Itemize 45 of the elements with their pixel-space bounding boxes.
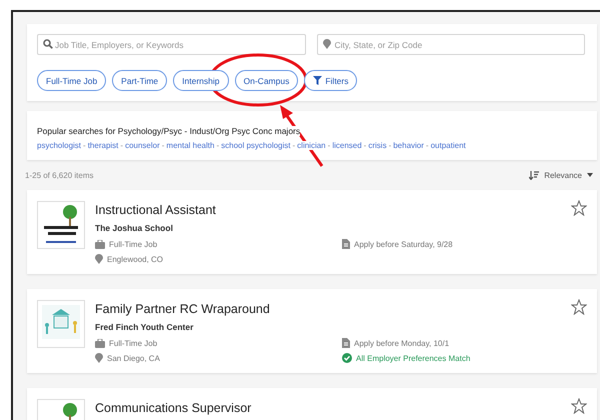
sort-icon [529,170,540,180]
location-pin-icon [95,353,103,363]
results-count: 1-25 of 6,620 items [25,170,94,180]
job-location: San Diego, CA [107,354,160,362]
keyword-search-field[interactable]: Job Title, Employers, or Keywords [37,34,306,55]
search-term-link[interactable]: behavior [393,141,424,150]
job-title[interactable]: Family Partner RC Wraparound [95,302,587,316]
briefcase-icon [95,240,105,248]
search-icon [43,39,53,49]
search-term-link[interactable]: counselor [125,141,160,150]
employer-name[interactable]: Fred Finch Youth Center [95,322,587,332]
star-icon[interactable] [571,200,587,216]
deadline-text: Apply before Saturday, 9/28 [354,240,453,248]
deadline-text: Apply before Monday, 10/1 [354,338,450,348]
location-pin-icon [95,254,103,264]
document-icon [342,338,350,348]
filter-icon [313,76,322,85]
location-field[interactable]: City, State, or Zip Code [316,34,585,55]
job-type: Full-Time Job [109,338,158,348]
search-term-link[interactable]: crisis [368,141,387,150]
search-term-link[interactable]: outpatient [430,141,466,150]
search-term-link[interactable]: psychologist [37,141,82,150]
job-title[interactable]: Instructional Assistant [95,203,587,217]
briefcase-icon [95,338,105,348]
star-icon[interactable] [571,299,587,315]
employer-name[interactable]: The Joshua School [95,223,587,233]
search-term-link[interactable]: licensed [332,141,362,150]
star-icon[interactable] [571,398,587,414]
location-pin-icon [322,39,330,49]
filter-chip[interactable]: Part-Time [112,70,168,91]
sort-dropdown[interactable]: Relevance [529,170,597,180]
popular-searches-heading: Popular searches for Psychology/Psyc - Indust/Org Psyc Conc majors [37,126,300,136]
filter-chip[interactable]: Internship [173,70,229,91]
job-location: Englewood, CO [107,254,164,264]
filter-chip[interactable]: On-Campus [234,70,298,91]
search-term-link[interactable]: school psychologist [221,141,290,150]
search-term-link[interactable]: clinician [297,141,326,150]
filters-button[interactable]: Filters [304,70,358,91]
match-status: All Employer Preferences Match [356,354,470,362]
document-icon [342,239,350,249]
job-type: Full-Time Job [109,240,158,248]
filter-chip[interactable]: Full-Time Job [37,70,106,91]
search-term-link[interactable]: therapist [88,141,118,150]
search-term-link[interactable]: mental health [166,141,214,150]
check-circle-icon [342,353,352,363]
